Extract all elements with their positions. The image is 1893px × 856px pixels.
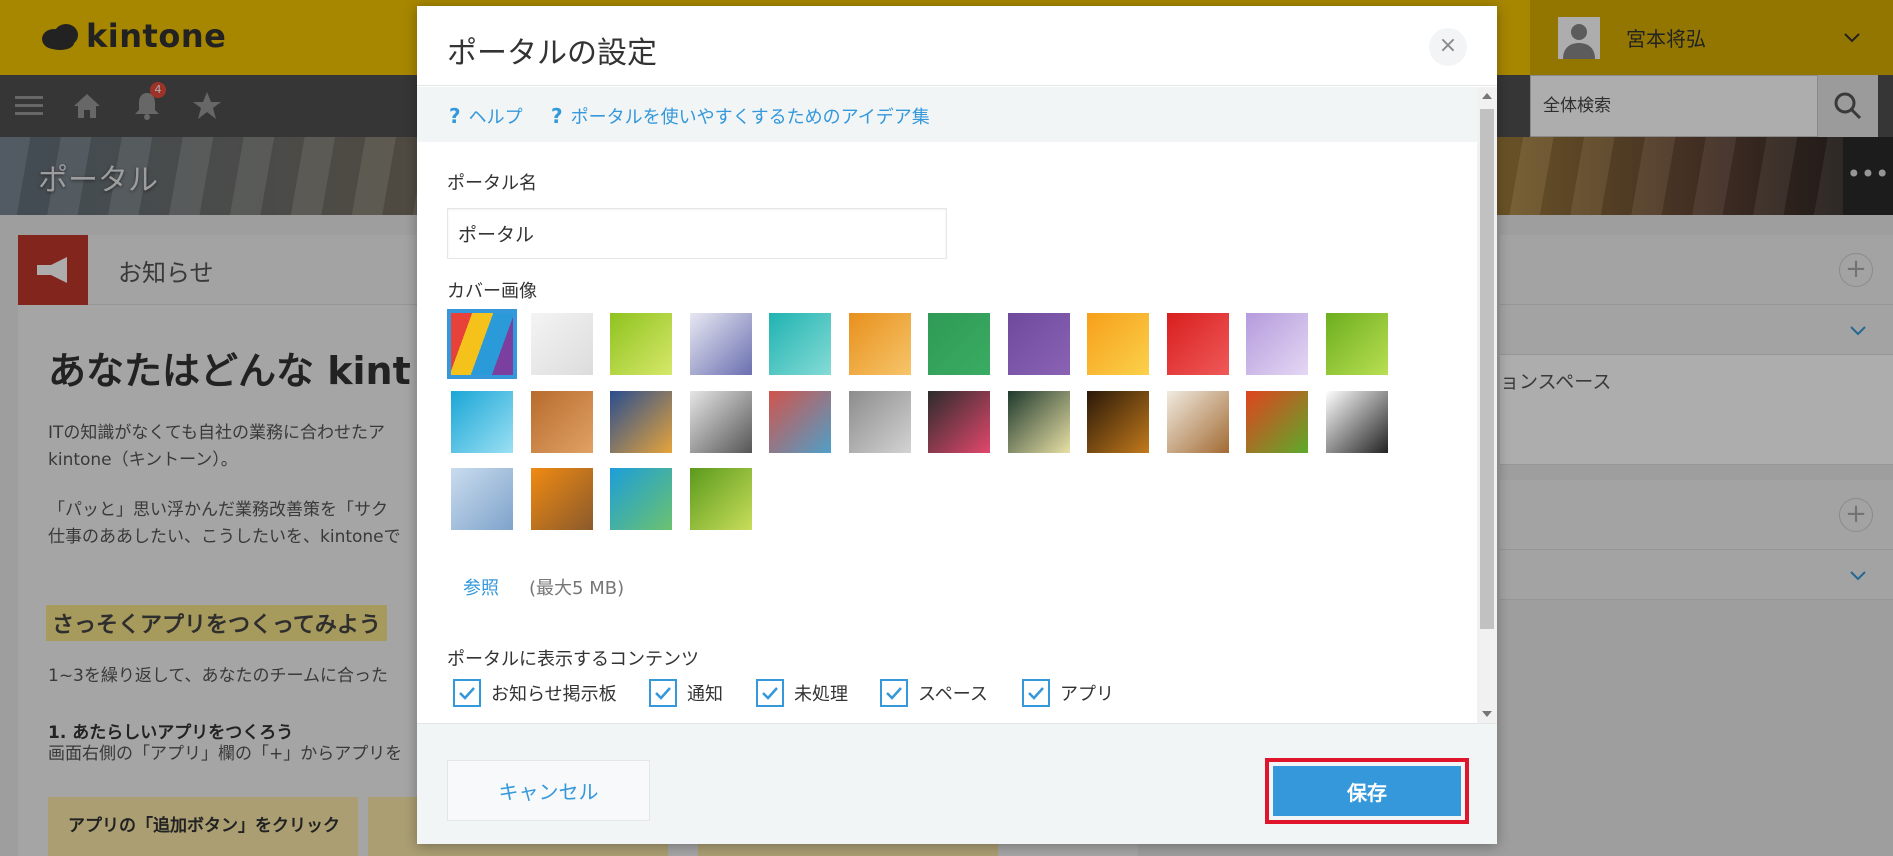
dialog-footer: キャンセル 保存 bbox=[417, 723, 1497, 844]
cover-thumb-mosaic-tiles[interactable] bbox=[610, 390, 672, 453]
cover-thumb-white-tiles[interactable] bbox=[530, 313, 593, 375]
checkbox-apps[interactable]: アプリ bbox=[1022, 679, 1114, 707]
cover-thumb-oranges-basket[interactable] bbox=[530, 468, 593, 530]
cover-thumb-vegetables[interactable] bbox=[1246, 390, 1308, 453]
checkmark-icon bbox=[886, 687, 902, 700]
dialog-header: ポータルの設定 × bbox=[417, 6, 1497, 86]
portal-settings-dialog: ポータルの設定 × ? ヘルプ ? ポータルを使いやすくするためのアイデア集 ポ… bbox=[417, 6, 1497, 844]
browse-link[interactable]: 参照 bbox=[463, 574, 499, 600]
checkbox-box[interactable] bbox=[1022, 679, 1050, 707]
cover-thumb-lilac-flower[interactable] bbox=[1246, 313, 1308, 375]
cover-thumb-red-carnation[interactable] bbox=[1166, 313, 1229, 375]
checkmark-icon bbox=[459, 687, 475, 700]
cover-thumb-wicker[interactable] bbox=[530, 390, 593, 453]
cover-thumb-orange-flowers[interactable] bbox=[1087, 313, 1149, 375]
checkbox-box[interactable] bbox=[880, 679, 908, 707]
cover-thumb-green-felt[interactable] bbox=[928, 313, 990, 375]
question-icon: ? bbox=[551, 104, 563, 128]
checkbox-notifications[interactable]: 通知 bbox=[649, 679, 723, 707]
cover-thumb-gears[interactable] bbox=[848, 390, 911, 453]
cover-thumb-tropical-beach[interactable] bbox=[610, 468, 672, 530]
cover-thumb-leaf-drops[interactable] bbox=[1325, 313, 1388, 375]
cover-thumb-colored-pencils[interactable] bbox=[447, 309, 517, 379]
checkmark-icon bbox=[762, 687, 778, 700]
checkbox-notice-board[interactable]: お知らせ掲示板 bbox=[453, 679, 617, 707]
checkbox-box[interactable] bbox=[756, 679, 784, 707]
cover-thumb-dark-amber[interactable] bbox=[1087, 390, 1149, 453]
ideas-link[interactable]: ? ポータルを使いやすくするためのアイデア集 bbox=[551, 103, 930, 129]
checkbox-spaces[interactable]: スペース bbox=[880, 679, 988, 707]
checkbox-box[interactable] bbox=[453, 679, 481, 707]
contents-label: ポータルに表示するコンテンツ bbox=[447, 649, 699, 670]
checkbox-label: 未処理 bbox=[794, 684, 848, 705]
cover-thumb-lightbulb-chalk[interactable] bbox=[1007, 390, 1070, 453]
cover-thumb-latte-art[interactable] bbox=[1166, 390, 1229, 453]
ideas-link-label: ポータルを使いやすくするためのアイデア集 bbox=[570, 107, 930, 128]
cover-thumb-snowy-trees[interactable] bbox=[451, 468, 513, 530]
checkmark-icon bbox=[1028, 687, 1044, 700]
close-button[interactable]: × bbox=[1429, 28, 1467, 66]
checkbox-label: お知らせ掲示板 bbox=[491, 684, 617, 705]
checkbox-box[interactable] bbox=[649, 679, 677, 707]
scroll-up-icon[interactable] bbox=[1482, 93, 1492, 99]
question-icon: ? bbox=[449, 104, 461, 128]
dialog-body: ? ヘルプ ? ポータルを使いやすくするためのアイデア集 ポータル名 カバー画像… bbox=[417, 87, 1477, 723]
help-link[interactable]: ? ヘルプ bbox=[449, 103, 523, 129]
dialog-scrollbar[interactable] bbox=[1477, 87, 1497, 723]
portal-name-input[interactable] bbox=[447, 208, 947, 259]
cover-thumb-violet-texture[interactable] bbox=[1007, 313, 1070, 375]
cover-thumb-bamboo[interactable] bbox=[689, 468, 752, 530]
cover-thumb-orange-paint[interactable] bbox=[848, 313, 911, 375]
checkbox-label: 通知 bbox=[687, 684, 723, 705]
save-button[interactable]: 保存 bbox=[1273, 766, 1461, 816]
cover-thumb-compass[interactable] bbox=[689, 390, 752, 453]
cover-thumb-purple-haze[interactable] bbox=[689, 313, 752, 375]
scroll-down-icon[interactable] bbox=[1482, 711, 1492, 717]
cover-thumb-french-bulldog[interactable] bbox=[1325, 390, 1388, 453]
cover-thumb-green-gradient[interactable] bbox=[610, 313, 672, 375]
portal-name-label: ポータル名 bbox=[447, 173, 537, 194]
cancel-button[interactable]: キャンセル bbox=[447, 760, 650, 821]
file-size-note: (最大5 MB) bbox=[529, 578, 625, 599]
cover-thumb-blue-cubes[interactable] bbox=[451, 390, 513, 453]
checkbox-label: アプリ bbox=[1060, 684, 1114, 705]
cover-thumb-chalk-doodles[interactable] bbox=[928, 390, 990, 453]
cover-thumb-teal-water[interactable] bbox=[769, 313, 831, 375]
cover-thumb-books[interactable] bbox=[769, 390, 831, 453]
help-link-label: ヘルプ bbox=[468, 107, 523, 128]
checkbox-pending[interactable]: 未処理 bbox=[756, 679, 848, 707]
cover-image-label: カバー画像 bbox=[447, 281, 537, 302]
checkbox-label: スペース bbox=[918, 684, 988, 705]
save-highlight-frame: 保存 bbox=[1265, 758, 1469, 824]
dialog-title: ポータルの設定 bbox=[447, 36, 657, 71]
help-bar: ? ヘルプ ? ポータルを使いやすくするためのアイデア集 bbox=[417, 87, 1477, 142]
checkmark-icon bbox=[655, 687, 671, 700]
scroll-thumb[interactable] bbox=[1480, 109, 1494, 629]
